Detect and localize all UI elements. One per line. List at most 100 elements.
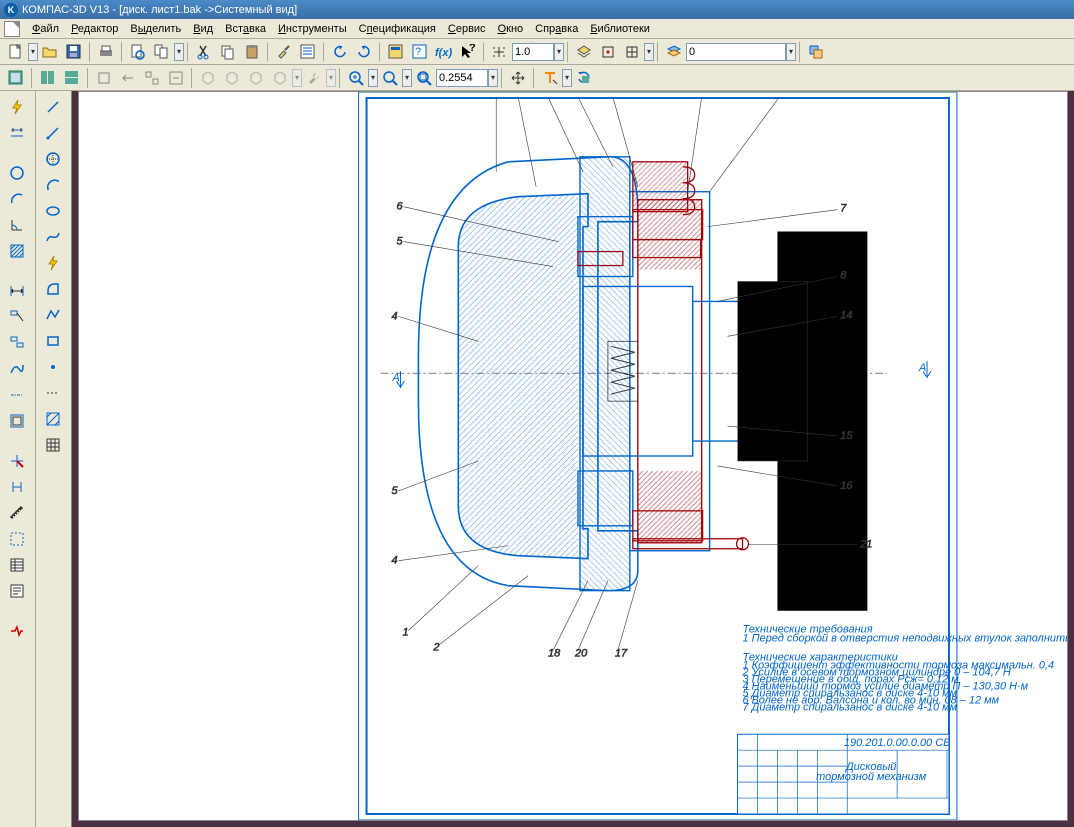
menu-edit[interactable]: Редактор [65, 21, 124, 37]
draworder-button[interactable] [805, 41, 827, 63]
layer-input[interactable] [686, 43, 786, 61]
zoom2-button[interactable] [117, 67, 139, 89]
zoom4-button[interactable] [165, 67, 187, 89]
menu-view[interactable]: Вид [187, 21, 219, 37]
dim-toggle-icon[interactable] [3, 121, 31, 145]
help-cursor-button[interactable]: ? [457, 41, 479, 63]
menu-insert[interactable]: Вставка [219, 21, 272, 37]
menu-select[interactable]: Выделить [124, 21, 187, 37]
menu-tools[interactable]: Инструменты [272, 21, 353, 37]
zoom1-button[interactable] [93, 67, 115, 89]
params-icon[interactable] [3, 475, 31, 499]
zoom-in-button[interactable] [345, 67, 367, 89]
layer-states-button[interactable] [663, 41, 685, 63]
dash-icon[interactable] [39, 381, 67, 405]
menu-help[interactable]: Справка [529, 21, 584, 37]
menu-service[interactable]: Сервис [442, 21, 492, 37]
quick-lightning-icon[interactable] [3, 95, 31, 119]
zoom-value-dropdown[interactable]: ▾ [488, 69, 498, 87]
new-button[interactable] [5, 41, 27, 63]
refresh-button[interactable] [573, 67, 595, 89]
circle-icon[interactable] [3, 161, 31, 185]
layers-button[interactable] [573, 41, 595, 63]
zoom-dyn-dropdown[interactable]: ▾ [402, 69, 412, 87]
redo-button[interactable] [353, 41, 375, 63]
layer-dropdown[interactable]: ▾ [786, 43, 796, 61]
paste-button[interactable] [241, 41, 263, 63]
trim-icon[interactable] [3, 449, 31, 473]
break-icon[interactable] [3, 619, 31, 643]
rect-icon[interactable] [39, 329, 67, 353]
manager-button[interactable] [385, 41, 407, 63]
cursor-config-dropdown[interactable]: ▾ [562, 69, 572, 87]
menu-file[interactable]: ФФайлайл [26, 21, 65, 37]
zoom-in-dropdown[interactable]: ▾ [368, 69, 378, 87]
window-tile-button[interactable] [5, 67, 27, 89]
tile-v-button[interactable] [61, 67, 83, 89]
3d2-button[interactable] [221, 67, 243, 89]
preview2-button[interactable] [151, 41, 173, 63]
variables-button[interactable]: ? [409, 41, 431, 63]
polyline-icon[interactable] [39, 303, 67, 327]
report-icon[interactable] [3, 579, 31, 603]
leader-icon[interactable] [3, 305, 31, 329]
lightning2-icon[interactable] [39, 251, 67, 275]
axis-icon[interactable] [3, 383, 31, 407]
grid-button[interactable] [621, 41, 643, 63]
menu-libs[interactable]: Библиотеки [584, 21, 656, 37]
ellipse-icon[interactable] [39, 199, 67, 223]
select-icon[interactable] [3, 527, 31, 551]
text-icon[interactable] [3, 331, 31, 355]
hatch2-icon[interactable] [39, 407, 67, 431]
arc-icon[interactable] [3, 187, 31, 211]
cut-button[interactable] [193, 41, 215, 63]
fx-button[interactable]: f(x) [433, 41, 455, 63]
frame-icon[interactable] [3, 409, 31, 433]
zoom-value-input[interactable] [436, 69, 488, 87]
undo-button[interactable] [329, 41, 351, 63]
pan-button[interactable] [507, 67, 529, 89]
zoom-fit-button[interactable] [413, 67, 435, 89]
grid-dropdown[interactable]: ▾ [644, 43, 654, 61]
preview-button[interactable] [127, 41, 149, 63]
measure-icon[interactable] [3, 501, 31, 525]
new-dropdown[interactable]: ▾ [28, 43, 38, 61]
contour-icon[interactable] [39, 277, 67, 301]
3d-dropdown[interactable]: ▾ [292, 69, 302, 87]
save-button[interactable] [63, 41, 85, 63]
brush-button[interactable] [273, 41, 295, 63]
print-button[interactable] [95, 41, 117, 63]
bezier-icon[interactable] [39, 225, 67, 249]
snap-button[interactable] [597, 41, 619, 63]
drawing-canvas[interactable]: 190.201.0.00.0.00 СБ Дисковый тормозной … [78, 91, 1068, 821]
line-icon[interactable] [39, 95, 67, 119]
copy-button[interactable] [217, 41, 239, 63]
zoom-dyn-button[interactable] [379, 67, 401, 89]
zoom-scale-dropdown[interactable]: ▾ [554, 43, 564, 61]
point-icon[interactable] [39, 355, 67, 379]
line2-icon[interactable] [39, 121, 67, 145]
circle2-icon[interactable] [39, 147, 67, 171]
3d1-button[interactable] [197, 67, 219, 89]
dim-linear-icon[interactable] [3, 279, 31, 303]
cursor-config-button[interactable] [539, 67, 561, 89]
wrench-dropdown[interactable]: ▾ [326, 69, 336, 87]
menu-window[interactable]: Окно [492, 21, 530, 37]
open-button[interactable] [39, 41, 61, 63]
spec-icon[interactable] [3, 553, 31, 577]
wrench-button[interactable] [303, 67, 325, 89]
zoom100-button[interactable] [489, 41, 511, 63]
menu-spec[interactable]: Спецификация [353, 21, 442, 37]
properties-button[interactable] [297, 41, 319, 63]
3d3-button[interactable] [245, 67, 267, 89]
table-icon[interactable] [39, 433, 67, 457]
angle-icon[interactable] [3, 213, 31, 237]
3d4-button[interactable] [269, 67, 291, 89]
arc2-icon[interactable] [39, 173, 67, 197]
preview-dropdown[interactable]: ▾ [174, 43, 184, 61]
zoom-scale-input[interactable] [512, 43, 554, 61]
tile-h-button[interactable] [37, 67, 59, 89]
spline-icon[interactable] [3, 357, 31, 381]
zoom3-button[interactable] [141, 67, 163, 89]
hatch-icon[interactable] [3, 239, 31, 263]
